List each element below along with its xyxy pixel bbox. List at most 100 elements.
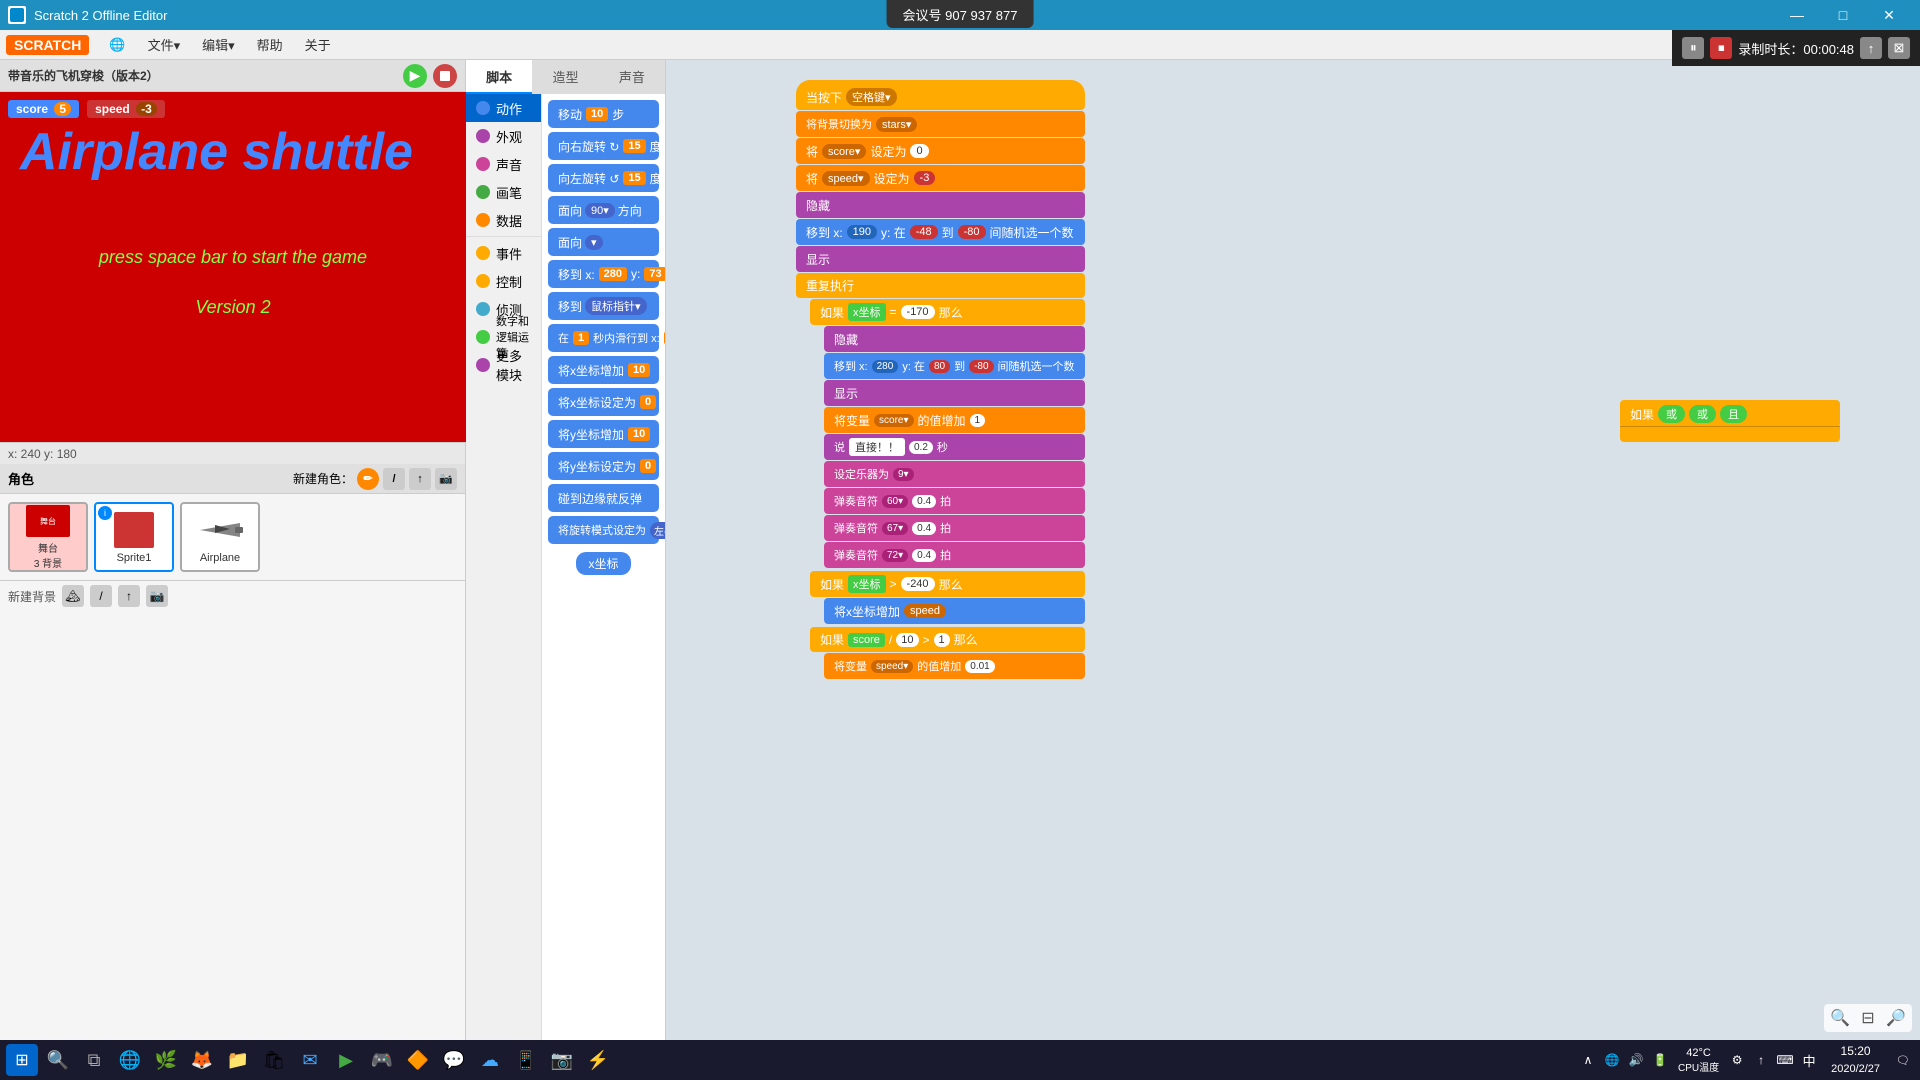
systray-arrow[interactable]: ↑ [1751,1050,1771,1070]
edit-sprite-tool[interactable]: / [383,468,405,490]
block-change-x2[interactable]: 将x坐标增加 speed [824,598,1085,624]
rec-expand[interactable]: ⊠ [1888,37,1910,59]
block-set-speed[interactable]: 将 speed▾ 设定为 -3 [796,165,1085,191]
menu-edit[interactable]: 编辑▾ [192,31,245,58]
phone-icon[interactable]: 📱 [510,1044,542,1076]
menu-file[interactable]: 文件▾ [138,31,191,58]
block-glide[interactable]: 在 1 秒内滑行到 x: 280 y: [548,324,659,352]
block-goto-rand[interactable]: 移到 x: 280 y: 在 80 到 -80 间随机选一个数 [824,353,1085,379]
block-turn-left[interactable]: 向左旋转 ↺ 15 度 [548,164,659,192]
cat-pen[interactable]: 画笔 [466,178,541,206]
pause-button[interactable]: ⏸ [1682,37,1704,59]
cat-sound[interactable]: 声音 [466,150,541,178]
systray-settings[interactable]: ⚙ [1727,1050,1747,1070]
mail-icon[interactable]: ✉ [294,1044,326,1076]
minimize-button[interactable]: — [1774,0,1820,30]
cat-looks[interactable]: 外观 [466,122,541,150]
block-hide2[interactable]: 隐藏 [824,326,1085,352]
systray-ime-zh[interactable]: 中 [1799,1050,1819,1070]
block-goto-xy-2[interactable]: 移到 x: 190 y: 在 -48 到 -80 间随机选一个数 [796,219,1085,245]
block-x-coord-pill[interactable]: x坐标 [548,552,659,575]
cat-data[interactable]: 数据 [466,206,541,234]
system-clock[interactable]: 15:20 2020/2/27 [1823,1043,1888,1077]
block-when-key[interactable]: 当按下 空格键▾ [796,80,1085,110]
camera-task-icon[interactable]: 📷 [546,1044,578,1076]
paint-sprite-tool[interactable]: ✏ [357,468,379,490]
systray-battery[interactable]: 🔋 [1650,1050,1670,1070]
block-if-xleft[interactable]: 如果 x坐标 = -170 那么 [810,299,1085,325]
green-flag-button[interactable]: ▶ [403,64,427,88]
taskview-icon[interactable]: ⧉ [78,1044,110,1076]
scripts-canvas[interactable]: 当按下 空格键▾ 将背景切换为 stars▾ 将 score▾ 设定为 0 将 … [666,60,1920,1040]
close-button[interactable]: ✕ [1866,0,1912,30]
block-show2[interactable]: 显示 [824,380,1085,406]
block-goto[interactable]: 移到 鼠标指针▾ [548,292,659,320]
tab-scripts[interactable]: 脚本 [466,60,532,94]
block-goto-xy[interactable]: 移到 x: 280 y: 73 [548,260,659,288]
floating-if-block[interactable]: 如果 或 或 且 [1620,400,1840,428]
block-if-score[interactable]: 如果 score / 10 > 1 那么 [810,627,1085,652]
block-set-y[interactable]: 将y坐标设定为 0 [548,452,659,480]
block-turn-right[interactable]: 向右旋转 ↻ 15 度 [548,132,659,160]
tab-sound[interactable]: 声音 [599,60,665,94]
block-show[interactable]: 显示 [796,246,1085,272]
edge-icon[interactable]: 🌐 [114,1044,146,1076]
stop-button-stage[interactable] [433,64,457,88]
block-play-note3[interactable]: 弹奏音符 72▾ 0.4 拍 [824,542,1085,568]
sprite1-info[interactable]: i [98,506,112,520]
systray-keyboard[interactable]: ⌨ [1775,1050,1795,1070]
app-icon2[interactable]: 🔶 [402,1044,434,1076]
systray-network[interactable]: 🌐 [1602,1050,1622,1070]
share-button[interactable]: ↑ [1860,37,1882,59]
block-play-note1[interactable]: 弹奏音符 60▾ 0.4 拍 [824,488,1085,514]
block-set-instrument[interactable]: 设定乐器为 9▾ [824,461,1085,487]
bg-camera-tool[interactable]: 📷 [146,585,168,607]
block-change-y[interactable]: 将y坐标增加 10 [548,420,659,448]
block-bounce[interactable]: 碰到边缘就反弹 [548,484,659,512]
cat-control[interactable]: 控制 [466,267,541,295]
block-set-x[interactable]: 将x坐标设定为 0 [548,388,659,416]
sprite-item-sprite1[interactable]: i Sprite1 [94,502,174,572]
explorer-icon[interactable]: 📁 [222,1044,254,1076]
import-sprite-tool[interactable]: ↑ [409,468,431,490]
block-rotation-style[interactable]: 将旋转模式设定为 左-右翻转▾ [548,516,659,544]
bg-upload-tool[interactable]: ↑ [118,585,140,607]
cat-more[interactable]: 更多模块 [466,351,541,379]
media-icon[interactable]: ▶ [330,1044,362,1076]
zoom-in-button[interactable]: 🔍 [1828,1006,1852,1030]
code-icon[interactable]: ⚡ [582,1044,614,1076]
camera-sprite-tool[interactable]: 📷 [435,468,457,490]
block-say[interactable]: 说 直接！！ 0.2 秒 [824,434,1085,460]
tab-costume[interactable]: 造型 [532,60,598,94]
block-change-score[interactable]: 将变量 score▾ 的值增加 1 [824,407,1085,433]
block-if-xright[interactable]: 如果 x坐标 > -240 那么 [810,571,1085,597]
cat-events[interactable]: 事件 [466,239,541,267]
browser2-icon[interactable]: 🌿 [150,1044,182,1076]
block-repeat[interactable]: 重复执行 [796,273,1085,298]
block-change-x[interactable]: 将x坐标增加 10 [548,356,659,384]
systray-sound[interactable]: 🔊 [1626,1050,1646,1070]
block-move[interactable]: 移动 10 步 [548,100,659,128]
game-icon[interactable]: 🎮 [366,1044,398,1076]
zoom-out-button[interactable]: 🔎 [1884,1006,1908,1030]
block-face-direction[interactable]: 面向 90▾ 方向 [548,196,659,224]
bg-edit-tool[interactable]: / [90,585,112,607]
maximize-button[interactable]: □ [1820,0,1866,30]
block-change-speed[interactable]: 将变量 speed▾ 的值增加 0.01 [824,653,1085,679]
menu-globe[interactable]: 🌐 [99,33,135,57]
block-face-toward[interactable]: 面向 ▾ [548,228,659,256]
store-icon[interactable]: 🛍 [258,1044,290,1076]
block-set-score[interactable]: 将 score▾ 设定为 0 [796,138,1085,164]
sprite-item-stage[interactable]: 舞台 舞台3 背景 [8,502,88,572]
block-play-note2[interactable]: 弹奏音符 67▾ 0.4 拍 [824,515,1085,541]
cloud-icon[interactable]: ☁ [474,1044,506,1076]
sprite-item-airplane[interactable]: Airplane [180,502,260,572]
notification-button[interactable]: 🗨 [1892,1054,1914,1067]
start-button[interactable]: ⊞ [6,1044,38,1076]
systray-expand[interactable]: ∧ [1578,1050,1598,1070]
bg-paint-tool[interactable]: 🏔 [62,585,84,607]
cat-motion[interactable]: 动作 [466,94,541,122]
search-icon[interactable]: 🔍 [42,1044,74,1076]
menu-help[interactable]: 帮助 [247,31,293,58]
block-switch-backdrop[interactable]: 将背景切换为 stars▾ [796,111,1085,137]
